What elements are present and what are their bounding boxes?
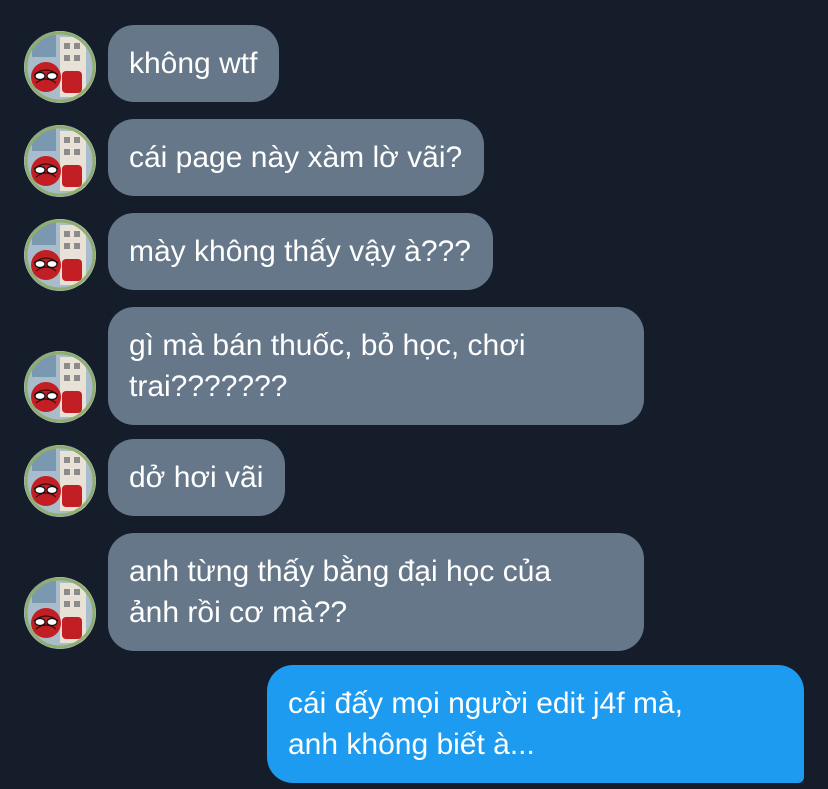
message-bubble-incoming[interactable]: không wtf (108, 25, 280, 102)
message-bubble-incoming[interactable]: gì mà bán thuốc, bỏ học, chơi trai??????… (108, 307, 644, 425)
message-bubble-incoming[interactable]: anh từng thấy bằng đại học của ảnh rồi c… (108, 533, 644, 651)
avatar[interactable] (24, 31, 96, 103)
message-bubble-incoming[interactable]: mày không thấy vậy à??? (108, 213, 493, 290)
message-bubble-incoming[interactable]: cái page này xàm lờ vãi? (108, 119, 485, 196)
spider-man-avatar-icon (24, 31, 96, 103)
avatar[interactable] (24, 351, 96, 423)
spider-man-avatar-icon (24, 351, 96, 423)
spider-man-avatar-icon (24, 219, 96, 291)
avatar[interactable] (24, 125, 96, 197)
chat-thread: không wtf cái page này xàm lờ vãi? mày k… (0, 0, 828, 789)
spider-man-avatar-icon (24, 125, 96, 197)
avatar[interactable] (24, 445, 96, 517)
avatar[interactable] (24, 219, 96, 291)
avatar[interactable] (24, 577, 96, 649)
message-bubble-outgoing[interactable]: cái đấy mọi người edit j4f mà, anh không… (267, 665, 804, 783)
spider-man-avatar-icon (24, 577, 96, 649)
spider-man-avatar-icon (24, 445, 96, 517)
message-bubble-incoming[interactable]: dở hơi vãi (108, 439, 286, 516)
